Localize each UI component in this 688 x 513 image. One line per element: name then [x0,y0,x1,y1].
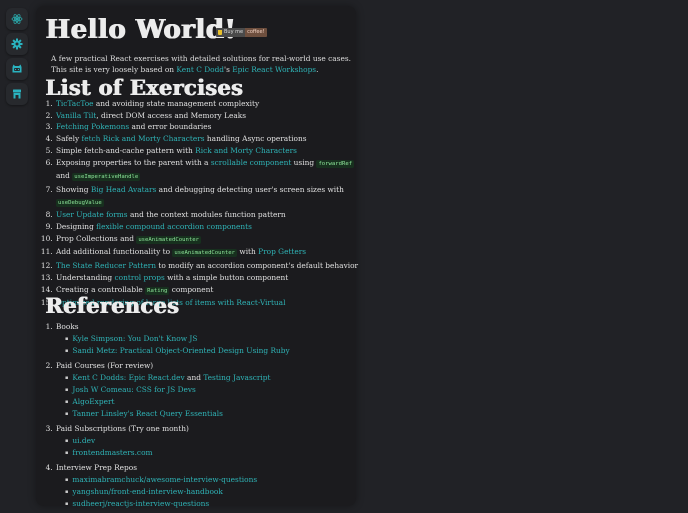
kent-c-dodd-link[interactable]: Kent C Dodd [176,65,224,74]
exercise-link[interactable]: control props [115,273,165,282]
list-item: yangshun/front-end-interview-handbook [65,486,367,498]
references-heading: References [45,293,179,318]
exercise-link[interactable]: Vanilla Tilt [56,111,96,120]
list-item: Fetching Pokemons and error boundaries [55,121,367,133]
reference-group: Paid Subscriptions (Try one month) ui.de… [55,423,367,459]
reference-link[interactable]: Josh W Comeau: CSS for JS Devs [72,385,195,394]
exercise-link[interactable]: TicTacToe [56,99,94,108]
reference-link[interactable]: frontendmasters.com [72,448,152,457]
code-snippet: forwardRef [316,159,355,168]
intro-text: A few practical React exercises with det… [51,54,351,74]
list-item: Simple fetch-and-cache pattern with Rick… [55,145,367,157]
list-item: Showing Big Head Avatars and debugging d… [55,184,367,209]
exercise-link[interactable]: Prop Getters [258,247,306,256]
exercise-link[interactable]: User Update forms [56,210,128,219]
exercise-link[interactable]: Rick and Morty Characters [195,146,297,155]
list-item: sudheerj/reactjs-interview-questions [65,498,367,510]
list-item: frontendmasters.com [65,447,367,459]
list-item: Kent C Dodds: Epic React.dev and Testing… [65,372,367,384]
reference-link[interactable]: AlgoExpert [72,397,114,406]
sidebar-item-github[interactable] [6,58,28,80]
list-item: Sandi Metz: Practical Object-Oriented De… [65,345,367,357]
reference-link[interactable]: Tanner Linsley's React Query Essentials [72,409,223,418]
list-item: Understanding control props with a simpl… [55,272,367,284]
coffee-cup-icon [218,30,222,35]
reference-link[interactable]: maximabramchuck/awesome-interview-questi… [72,475,257,484]
reference-link[interactable]: ui.dev [72,436,95,445]
exercise-link[interactable]: fetch Rick and Morty Characters [81,134,204,143]
sidebar-item-settings[interactable] [6,33,28,55]
code-snippet: useImperativeHandle [72,173,141,182]
references-list: Books Kyle Simpson: You Don't Know JS Sa… [36,321,367,513]
exercise-link[interactable]: scrollable component [211,158,292,167]
list-item: Exposing properties to the parent with a… [55,157,367,184]
coffee-badge-left: Buy me [224,29,244,35]
react-icon [11,14,23,24]
code-snippet: useAnimatedCounter [172,249,238,258]
list-item: Prop Collections and useAnimatedCounter [55,233,367,247]
list-item: maximabramchuck/awesome-interview-questi… [65,474,367,486]
content-panel: Hello World! Buy me coffee! A few practi… [36,6,358,508]
reference-link[interactable]: sudheerj/reactjs-interview-questions [72,499,209,508]
epic-react-link[interactable]: Epic React Workshops [232,65,316,74]
reference-group: Paid Courses (For review) Kent C Dodds: … [55,360,367,420]
list-item: Designing flexible compound accordion co… [55,221,367,233]
list-item: Josh W Comeau: CSS for JS Devs [65,384,367,396]
code-snippet: useAnimatedCounter [136,235,201,244]
github-icon [12,64,22,73]
sidebar [6,8,30,108]
exercises-heading: List of Exercises [45,75,243,100]
page-title: Hello World! [45,15,236,45]
buy-me-coffee-badge[interactable]: Buy me coffee! [216,28,267,37]
code-snippet: useDebugValue [56,198,104,207]
gear-icon [11,38,23,50]
reference-group: Interview Prep Repos maximabramchuck/awe… [55,462,367,510]
reference-link[interactable]: Kyle Simpson: You Don't Know JS [72,334,197,343]
exercise-link[interactable]: Fetching Pokemons [56,122,129,131]
list-item: User Update forms and the context module… [55,209,367,221]
reference-link[interactable]: yangshun/front-end-interview-handbook [72,487,222,496]
reference-link[interactable]: Sandi Metz: Practical Object-Oriented De… [72,346,289,355]
list-item: ui.dev [65,435,367,447]
list-item: Safely fetch Rick and Morty Characters h… [55,133,367,145]
list-item: Tanner Linsley's React Query Essentials [65,408,367,420]
reference-link[interactable]: Kent C Dodds: Epic React.dev [72,373,184,382]
exercise-list: TicTacToe and avoiding state management … [36,98,367,309]
list-item: Vanilla Tilt, direct DOM access and Memo… [55,110,367,122]
list-item: AlgoExpert [65,396,367,408]
exercise-link[interactable]: flexible compound accordion components [96,222,252,231]
exercise-link[interactable]: The State Reducer Pattern [56,261,156,270]
exercise-link[interactable]: Big Head Avatars [91,185,157,194]
reference-group: Books Kyle Simpson: You Don't Know JS Sa… [55,321,367,357]
list-item: TicTacToe and avoiding state management … [55,98,367,110]
store-icon [13,89,21,99]
list-item: Add additional functionality to useAnima… [55,246,367,260]
reference-link[interactable]: Testing Javascript [203,373,270,382]
coffee-badge-right: coffee! [245,28,267,37]
sidebar-item-react[interactable] [6,8,28,30]
sidebar-item-store[interactable] [6,83,28,105]
list-item: Kyle Simpson: You Don't Know JS [65,333,367,345]
list-item: The State Reducer Pattern to modify an a… [55,260,367,272]
